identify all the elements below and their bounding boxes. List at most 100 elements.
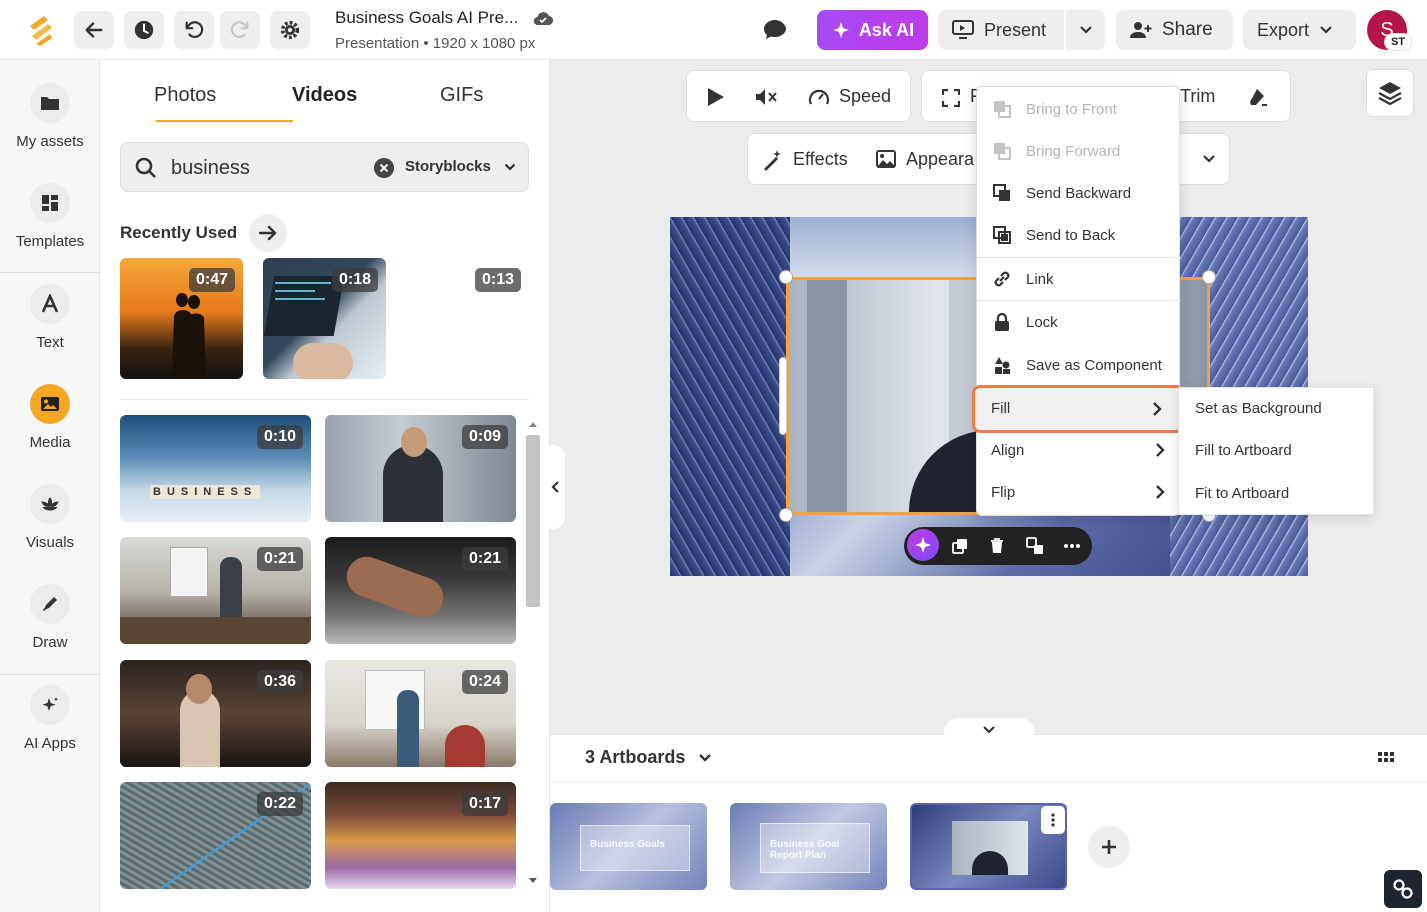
nav-item-my-assets[interactable]: My assets [0,83,100,150]
trim-button[interactable]: Trim [1180,86,1215,107]
undo-button[interactable] [174,11,214,49]
present-button[interactable]: Present [938,10,1064,50]
video-thumbnail[interactable]: 0:22 [120,782,311,889]
search-bar[interactable]: business Storyblocks [120,142,529,192]
app-logo-icon[interactable] [26,14,56,46]
collapse-panel-button[interactable] [545,445,565,529]
tab-photos[interactable]: Photos [154,84,216,107]
comments-icon[interactable] [762,17,788,41]
ai-edit-button[interactable] [907,529,939,561]
menu-item-lock[interactable]: Lock [977,302,1181,342]
clear-search-icon[interactable] [374,158,394,178]
undo-icon [185,21,204,38]
artboards-dropdown[interactable]: 3 Artboards [585,747,712,768]
menu-item-bring-to-front[interactable]: Bring to Front [977,89,1181,129]
nav-item-templates[interactable]: Templates [0,183,100,250]
delete-button[interactable] [983,532,1011,560]
resize-handle-bottom-left[interactable] [779,508,793,522]
menu-item-send-to-back[interactable]: Send to Back [977,215,1181,255]
menu-item-bring-forward[interactable]: Bring Forward [977,131,1181,171]
eraser-icon[interactable] [1248,87,1268,107]
video-thumbnail[interactable]: 0:36 [120,660,311,767]
menu-item-label: Fill [991,400,1011,417]
menu-item-link[interactable]: Link [977,259,1181,299]
video-duration: 0:13 [474,268,521,292]
resize-handle-top-left[interactable] [779,270,793,284]
add-artboard-button[interactable] [1088,826,1130,868]
grid-view-icon[interactable] [1377,748,1395,766]
resize-handle-left[interactable] [779,357,787,435]
chevron-down-icon[interactable] [1202,154,1216,164]
recent-video-thumbnail[interactable]: 0:47 [120,258,243,379]
nav-icon-wrap [30,83,70,123]
effects-button[interactable]: Effects [793,149,848,170]
pen-icon [43,597,57,611]
history-button[interactable] [124,11,164,49]
submenu-item-fill-to-artboard[interactable]: Fill to Artboard [1195,442,1292,459]
artboard-thumbnail[interactable]: Business Goals [550,803,707,890]
menu-item-flip[interactable]: Flip [976,472,1180,512]
play-icon[interactable] [707,87,725,107]
source-select[interactable]: Storyblocks [405,158,491,175]
replace-button[interactable] [1021,532,1049,560]
present-label: Present [984,19,1047,40]
nav-item-draw[interactable]: Draw [0,584,100,651]
menu-item-fill[interactable]: Fill [972,385,1184,433]
scrollbar-thumb[interactable] [526,435,540,607]
redo-button[interactable] [220,11,260,49]
fullscreen-icon[interactable] [942,89,960,107]
menu-item-label: Save as Component [1026,356,1162,374]
present-options-button[interactable] [1066,10,1105,50]
artboard-thumbnail[interactable]: Business Goal Report Plan [730,803,887,890]
document-title[interactable]: Business Goals AI Pre... [335,8,518,28]
video-thumbnail[interactable]: 0:09 [325,415,516,522]
submenu-item-fit-to-artboard[interactable]: Fit to Artboard [1195,485,1289,502]
search-input[interactable]: business [171,157,250,180]
menu-item-align[interactable]: Align [976,430,1180,470]
nav-item-ai-apps[interactable]: AI Apps [0,685,100,752]
widget-icon [1393,879,1413,899]
duplicate-button[interactable] [946,532,974,560]
video-thumbnail[interactable]: 0:21 [325,537,516,644]
recent-video-thumbnail[interactable]: 0:18 [263,258,386,379]
nav-item-media[interactable]: Media [0,384,100,451]
export-button[interactable]: Export [1243,10,1356,50]
speed-icon[interactable] [808,87,830,107]
video-thumbnail[interactable]: 0:17 [325,782,516,889]
tab-videos[interactable]: Videos [292,84,357,107]
nav-label: Visuals [25,534,75,551]
speed-button[interactable]: Speed [839,86,891,107]
help-widget-button[interactable] [1384,870,1422,908]
menu-item-save-as-component[interactable]: Save as Component [977,345,1181,385]
collapse-strip-button[interactable] [944,718,1034,742]
submenu-item-set-as-background[interactable]: Set as Background [1195,400,1322,417]
arrow-right-icon [259,225,277,241]
mute-icon[interactable] [755,88,779,106]
cloud-saved-icon [533,12,553,26]
recently-used-more-button[interactable] [249,214,287,252]
share-button[interactable]: Share [1116,10,1233,50]
nav-item-text[interactable]: Text [0,284,100,351]
back-button[interactable] [74,11,114,49]
artboard-options-button[interactable] [1041,806,1065,834]
ask-ai-button[interactable]: Ask AI [817,10,928,50]
menu-item-label: Bring Forward [1026,142,1121,160]
video-thumbnail[interactable]: 0:24 [325,660,516,767]
export-label: Export [1257,19,1310,40]
more-options-button[interactable] [1058,532,1086,560]
tab-gifs[interactable]: GIFs [440,84,483,107]
settings-button[interactable] [270,11,310,49]
video-thumbnail[interactable]: 0:21 [120,537,311,644]
layers-button[interactable] [1366,69,1414,117]
resize-handle-top-right[interactable] [1202,270,1216,284]
menu-item-label: Align [991,441,1025,459]
menu-divider [977,300,1181,301]
menu-item-label: Lock [1026,313,1058,331]
video-thumbnail[interactable]: BUSINESS 0:10 [120,415,311,522]
appearance-button[interactable]: Appeara [906,149,974,170]
send-backward-icon [993,184,1010,201]
recent-video-thumbnail[interactable]: 0:13 [406,258,529,379]
nav-item-visuals[interactable]: Visuals [0,484,100,551]
menu-item-send-backward[interactable]: Send Backward [977,173,1181,213]
left-nav: My assets Templates Text Media Visuals D… [0,60,100,912]
